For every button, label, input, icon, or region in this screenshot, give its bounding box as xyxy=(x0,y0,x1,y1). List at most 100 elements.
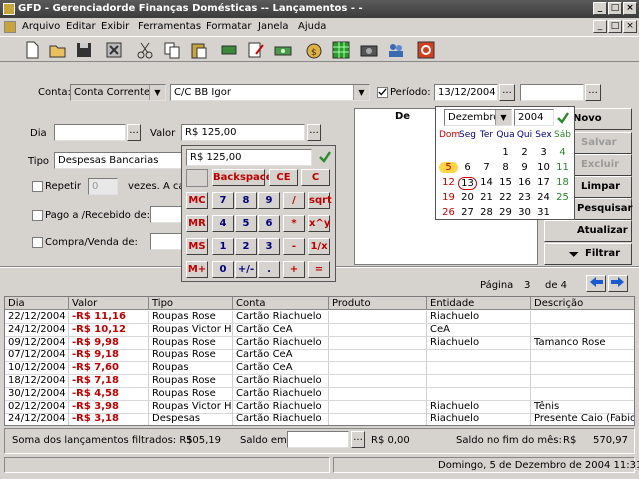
column-header[interactable]: Produto xyxy=(329,297,427,310)
table-cell[interactable] xyxy=(427,387,531,400)
menu-ferramentas[interactable]: Ferramentas xyxy=(138,21,201,32)
open-icon[interactable] xyxy=(48,40,68,60)
calendar-day[interactable]: 25 xyxy=(553,192,572,203)
table-cell[interactable] xyxy=(531,388,634,400)
doc-minimize-button[interactable]: _ xyxy=(593,20,607,33)
pago-checkbox[interactable] xyxy=(32,210,43,221)
table-cell[interactable]: 02/12/2004 xyxy=(5,400,69,413)
table-cell[interactable]: 18/12/2004 xyxy=(5,375,69,387)
table-cell[interactable]: Cartão Riachuelo xyxy=(233,375,329,387)
table-cell[interactable]: Roupas Rose xyxy=(149,311,233,323)
table-cell[interactable]: Riachuelo xyxy=(427,413,531,425)
power-icon[interactable] xyxy=(416,40,436,60)
copy-icon[interactable] xyxy=(162,40,182,60)
table-cell[interactable]: 10/12/2004 xyxy=(5,362,69,375)
table-cell[interactable]: Cartão CeA xyxy=(233,362,329,375)
column-header[interactable]: Valor xyxy=(69,297,149,310)
periodo-to-picker-button[interactable]: ... xyxy=(585,84,601,101)
calendar-day[interactable]: 23 xyxy=(515,192,534,203)
calendar-day[interactable]: 6 xyxy=(458,162,477,173)
valor-input[interactable]: R$ 125,00 xyxy=(181,124,305,141)
calendar-confirm-icon[interactable] xyxy=(556,111,570,125)
calc-key[interactable]: 8 xyxy=(235,192,257,209)
new-icon[interactable] xyxy=(22,40,42,60)
column-header[interactable]: Descrição xyxy=(531,297,634,310)
calendar-day[interactable]: 11 xyxy=(553,162,572,173)
edit-icon[interactable] xyxy=(246,40,266,60)
confirm-check-icon[interactable] xyxy=(318,150,332,164)
calendar-day[interactable]: 2 xyxy=(515,147,534,158)
menu-arquivo[interactable]: Arquivo xyxy=(22,21,60,32)
table-cell[interactable] xyxy=(427,375,531,387)
saldo-date-picker-button[interactable]: ... xyxy=(351,431,365,448)
calendar-day[interactable]: 27 xyxy=(458,207,477,218)
doc-close-button[interactable]: × xyxy=(623,20,637,33)
calc-key[interactable]: +/- xyxy=(235,261,257,278)
table-cell[interactable]: Cartão Riachuelo xyxy=(233,336,329,349)
calc-key[interactable]: / xyxy=(283,192,305,209)
periodo-to-input[interactable] xyxy=(520,84,584,101)
table-cell[interactable]: Cartão Riachuelo xyxy=(233,400,329,413)
menu-editar[interactable]: Editar xyxy=(66,21,96,32)
table-cell[interactable]: 09/12/2004 xyxy=(5,336,69,349)
calc-key[interactable]: 3 xyxy=(258,238,280,255)
calendar-day[interactable]: 24 xyxy=(534,192,553,203)
column-header[interactable]: Tipo xyxy=(149,297,233,310)
table-cell[interactable]: 24/12/2004 xyxy=(5,413,69,425)
calendar-day[interactable]: 12 xyxy=(439,177,458,188)
table-cell[interactable]: Cartão Riachuelo xyxy=(233,387,329,400)
repetir-checkbox[interactable] xyxy=(32,181,43,192)
table-cell[interactable]: Riachuelo xyxy=(427,336,531,349)
table-cell[interactable]: Roupas xyxy=(149,362,233,375)
close-doc-icon[interactable] xyxy=(104,40,124,60)
calc-key[interactable]: . xyxy=(258,261,280,278)
calendar-day[interactable]: 31 xyxy=(534,207,553,218)
calc-key[interactable]: M+ xyxy=(186,261,208,278)
calc-key[interactable]: 1 xyxy=(212,238,234,255)
calc-key[interactable]: CE xyxy=(269,169,298,186)
calendar-day[interactable]: 15 xyxy=(496,177,515,188)
calc-key[interactable]: C xyxy=(301,169,330,186)
table-cell[interactable] xyxy=(329,336,427,349)
cut-icon[interactable] xyxy=(135,40,155,60)
calendar-day[interactable]: 9 xyxy=(515,162,534,173)
table-cell[interactable]: 22/12/2004 xyxy=(5,311,69,323)
next-page-button[interactable] xyxy=(608,275,628,292)
calc-key[interactable]: 5 xyxy=(235,215,257,232)
conta-type-select[interactable]: Conta Corrente ▼ xyxy=(70,84,166,101)
column-header[interactable]: Entidade xyxy=(427,297,531,310)
money-icon[interactable] xyxy=(273,40,293,60)
table-cell[interactable] xyxy=(329,413,427,425)
atualizar-button[interactable]: Atualizar xyxy=(544,220,632,242)
table-cell[interactable]: Cartão CeA xyxy=(233,349,329,362)
calendar-day[interactable]: 30 xyxy=(515,207,534,218)
table-cell[interactable] xyxy=(329,311,427,323)
menu-exibir[interactable]: Exibir xyxy=(101,21,129,32)
filtrar-button[interactable]: ⏷ Filtrar xyxy=(544,243,632,265)
table-cell[interactable]: Roupas Victor H... xyxy=(149,323,233,336)
table-cell[interactable] xyxy=(427,349,531,362)
periodo-checkbox[interactable] xyxy=(377,87,388,98)
table-cell[interactable] xyxy=(531,362,634,374)
table-cell[interactable]: -R$ 3,98 xyxy=(69,400,149,413)
table-cell[interactable]: Roupas Rose xyxy=(149,336,233,349)
table-cell[interactable] xyxy=(329,349,427,362)
calc-key[interactable]: MC xyxy=(186,192,208,209)
save-icon[interactable] xyxy=(74,40,94,60)
table-cell[interactable] xyxy=(329,400,427,413)
coins-icon[interactable]: $ xyxy=(304,40,324,60)
spreadsheet-icon[interactable] xyxy=(331,40,351,60)
calendar-day[interactable]: 18 xyxy=(553,177,572,188)
calc-key[interactable]: + xyxy=(283,261,305,278)
table-cell[interactable]: 24/12/2004 xyxy=(5,323,69,336)
calendar-day[interactable]: 28 xyxy=(477,207,496,218)
paste-icon[interactable] xyxy=(189,40,209,60)
camera-icon[interactable] xyxy=(359,40,379,60)
calc-key[interactable]: 4 xyxy=(212,215,234,232)
calc-key[interactable]: 6 xyxy=(258,215,280,232)
calendar-day[interactable]: 3 xyxy=(534,147,553,158)
table-cell[interactable] xyxy=(329,362,427,375)
calc-key[interactable]: 7 xyxy=(212,192,234,209)
column-header[interactable]: Conta xyxy=(233,297,329,310)
menu-ajuda[interactable]: Ajuda xyxy=(298,21,326,32)
